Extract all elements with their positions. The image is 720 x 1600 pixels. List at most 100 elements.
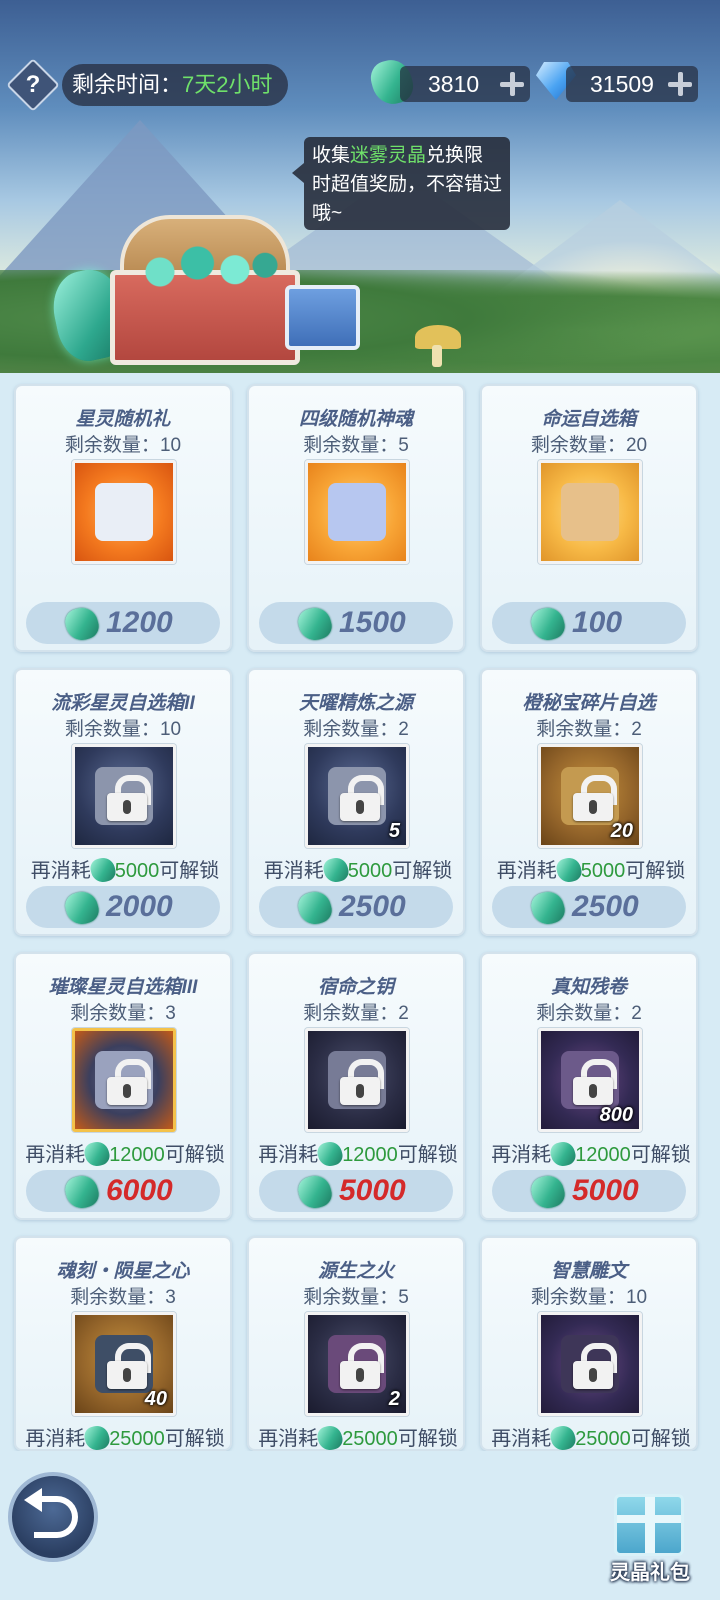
- crystal-count: 3810: [428, 71, 480, 97]
- remaining-count: 2: [631, 1003, 642, 1024]
- item-remaining: 剩余数量：2: [249, 998, 463, 1025]
- remaining-time-pill: 剩余时间：7天2小时: [62, 64, 288, 106]
- unlock-requirement: 再消耗 12000可解锁: [474, 1138, 708, 1169]
- item-remaining: 剩余数量：5: [249, 1282, 463, 1309]
- exchange-item-card[interactable]: 宿命之钥 剩余数量：2 再消耗 12000可解锁 5000: [247, 952, 465, 1220]
- unlock-requirement: 再消耗 5000可解锁: [8, 854, 242, 885]
- unlock-cost: 12000: [109, 1144, 165, 1166]
- keyhole: [589, 800, 597, 814]
- item-title: 天曜精炼之源: [298, 693, 413, 714]
- remaining-count: 10: [159, 719, 182, 740]
- crystal-icon: [528, 1172, 568, 1212]
- unlock-prefix: 再消耗: [258, 1428, 319, 1450]
- item-icon[interactable]: [538, 460, 642, 564]
- exchange-item-card[interactable]: 真知残卷 剩余数量：2 800 再消耗 12000可解锁 5000: [480, 952, 698, 1220]
- unlock-prefix: 再消耗: [496, 860, 557, 882]
- crystal-icon: [82, 1139, 112, 1169]
- item-icon[interactable]: 5: [305, 744, 409, 848]
- item-icon[interactable]: 800: [538, 1028, 642, 1132]
- remaining-count: 10: [159, 435, 182, 456]
- crystal-icon: [295, 604, 335, 644]
- price-button[interactable]: 2000: [26, 886, 220, 928]
- item-quantity: 20: [610, 820, 633, 842]
- keyhole: [589, 1368, 597, 1382]
- unlock-suffix: 可解锁: [625, 860, 686, 882]
- back-arrow-head-icon: [24, 1488, 42, 1512]
- price-button[interactable]: 5000: [259, 1170, 453, 1212]
- item-icon[interactable]: [305, 1028, 409, 1132]
- add-crystal-button[interactable]: [500, 72, 524, 96]
- price-button[interactable]: 2500: [259, 886, 453, 928]
- exchange-item-card[interactable]: 天曜精炼之源 剩余数量：2 5 再消耗 5000可解锁 2500: [247, 668, 465, 936]
- remaining-label: 剩余数量：: [530, 1287, 626, 1308]
- item-image: [561, 483, 619, 541]
- crystal-gift-pack-button[interactable]: [614, 1494, 684, 1556]
- price-button[interactable]: 6000: [26, 1170, 220, 1212]
- remaining-label: 剩余数量：: [303, 1003, 399, 1024]
- tooltip-highlight: 迷雾灵晶: [350, 145, 427, 166]
- unlock-suffix: 可解锁: [630, 1428, 691, 1450]
- item-quantity: 800: [599, 1104, 633, 1126]
- item-title: 源生之火: [317, 1261, 394, 1282]
- unlock-requirement: 再消耗 12000可解锁: [241, 1138, 475, 1169]
- item-icon[interactable]: 40: [72, 1312, 176, 1416]
- unlock-suffix: 可解锁: [159, 860, 220, 882]
- price-value: 2500: [572, 890, 639, 923]
- price-value: 2000: [106, 890, 173, 923]
- item-title: 真知残卷: [550, 977, 627, 998]
- item-icon[interactable]: [72, 460, 176, 564]
- item-title: 星灵随机礼: [75, 409, 171, 430]
- unlock-prefix: 再消耗: [30, 860, 91, 882]
- lock-icon: [107, 1059, 151, 1105]
- lock-icon: [340, 775, 384, 821]
- keyhole: [589, 1084, 597, 1098]
- treasure-chest-illustration: [110, 215, 300, 365]
- price-value: 1200: [106, 606, 173, 639]
- exchange-item-card[interactable]: 四级随机神魂 剩余数量：5 1500: [247, 384, 465, 652]
- item-icon[interactable]: [305, 460, 409, 564]
- item-icon[interactable]: 2: [305, 1312, 409, 1416]
- unlock-prefix: 再消耗: [491, 1144, 552, 1166]
- price-button[interactable]: 2500: [492, 886, 686, 928]
- exchange-item-card[interactable]: 橙秘宝碎片自选 剩余数量：2 20 再消耗 5000可解锁 2500: [480, 668, 698, 936]
- price-button[interactable]: 1500: [259, 602, 453, 644]
- unlock-cost: 25000: [575, 1428, 631, 1450]
- item-quantity: 5: [388, 820, 400, 842]
- price-button[interactable]: 5000: [492, 1170, 686, 1212]
- item-title: 璀璨星灵自选箱III: [48, 977, 198, 998]
- exchange-item-card[interactable]: 星灵随机礼 剩余数量：10 1200: [14, 384, 232, 652]
- exchange-item-card[interactable]: 流彩星灵自选箱II 剩余数量：10 再消耗 5000可解锁 2000: [14, 668, 232, 936]
- remaining-label: 剩余数量：: [64, 435, 160, 456]
- item-remaining: 剩余数量：5: [249, 430, 463, 457]
- crystal-icon: [62, 1172, 102, 1212]
- lock-icon: [573, 1059, 617, 1105]
- crystal-icon: [88, 855, 118, 885]
- item-remaining: 剩余数量：10: [16, 430, 230, 457]
- remaining-count: 3: [165, 1003, 176, 1024]
- exchange-item-card[interactable]: 魂刻・陨星之心 剩余数量：3 40 再消耗 25000可解锁: [14, 1236, 232, 1453]
- lock-icon: [573, 775, 617, 821]
- item-icon[interactable]: [72, 1028, 176, 1132]
- exchange-item-card[interactable]: 璀璨星灵自选箱III 剩余数量：3 再消耗 12000可解锁 6000: [14, 952, 232, 1220]
- back-button[interactable]: [8, 1472, 98, 1562]
- item-icon[interactable]: 20: [538, 744, 642, 848]
- lock-icon: [107, 775, 151, 821]
- unlock-prefix: 再消耗: [25, 1144, 86, 1166]
- add-diamond-button[interactable]: [668, 72, 692, 96]
- remaining-label: 剩余数量：: [530, 435, 626, 456]
- remaining-label: 剩余数量：: [536, 1003, 632, 1024]
- price-value: 5000: [339, 1174, 406, 1207]
- exchange-item-card[interactable]: 智慧雕文 剩余数量：10 再消耗 25000可解锁: [480, 1236, 698, 1453]
- price-button[interactable]: 100: [492, 602, 686, 644]
- item-remaining: 剩余数量：10: [16, 714, 230, 741]
- item-remaining: 剩余数量：20: [482, 430, 696, 457]
- unlock-suffix: 可解锁: [397, 1428, 458, 1450]
- crystal-currency-box: 3810: [400, 66, 530, 102]
- item-icon[interactable]: [72, 744, 176, 848]
- exchange-item-card[interactable]: 命运自选箱 剩余数量：20 100: [480, 384, 698, 652]
- item-icon[interactable]: [538, 1312, 642, 1416]
- item-title: 宿命之钥: [317, 977, 394, 998]
- lock-icon: [107, 1343, 151, 1389]
- exchange-item-card[interactable]: 源生之火 剩余数量：5 2 再消耗 25000可解锁: [247, 1236, 465, 1453]
- price-button[interactable]: 1200: [26, 602, 220, 644]
